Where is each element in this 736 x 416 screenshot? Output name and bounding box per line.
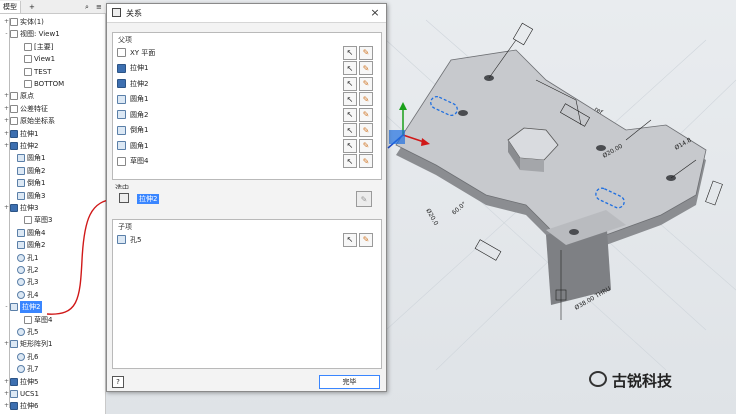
plain-feature-icon: [117, 141, 126, 150]
select-button[interactable]: ↖: [343, 61, 357, 75]
plain-feature-icon: [117, 235, 126, 244]
done-button[interactable]: 完毕: [319, 375, 380, 389]
close-icon[interactable]: ×: [369, 6, 381, 20]
select-button[interactable]: ↖: [343, 138, 357, 153]
dialog-titlebar: 关系 ×: [107, 4, 386, 23]
edit-button[interactable]: ✎: [359, 107, 373, 122]
edit-button[interactable]: ✎: [359, 154, 373, 168]
dialog-title: 关系: [126, 9, 142, 18]
parents-label: 父项: [118, 36, 132, 44]
children-label: 子项: [118, 223, 132, 231]
relationship-label: XY 平面: [130, 48, 156, 57]
select-button[interactable]: ↖: [343, 107, 357, 122]
plain-feature-icon: [117, 110, 126, 119]
relationship-row[interactable]: 拉伸2 ↖ ✎: [117, 76, 373, 91]
blue-feature-icon: [117, 63, 126, 73]
select-button[interactable]: ↖: [343, 92, 357, 106]
sketch-feature-icon: [117, 156, 126, 166]
watermark-text: 古锐科技: [612, 372, 673, 390]
parents-group: 父项 XY 平面 ↖ ✎ 拉伸1 ↖ ✎ 拉伸2 ↖ ✎ 圆角1 ↖ ✎ 圆角2 ↖ ✎ 倒角1 ↖ ✎ 圆角1 ↖ ✎…: [112, 32, 382, 180]
relationship-label: 圆角1: [130, 95, 149, 103]
edit-button[interactable]: ✎: [359, 92, 373, 106]
relationship-row[interactable]: 拉伸1 ↖ ✎: [117, 61, 373, 76]
sketch-feature-icon: [117, 48, 126, 57]
edit-button[interactable]: ✎: [359, 123, 373, 137]
select-button[interactable]: ↖: [343, 154, 357, 168]
help-button[interactable]: ?: [112, 376, 124, 388]
wechat-icon: [589, 371, 607, 387]
relationships-icon: [112, 8, 121, 17]
edit-button[interactable]: ✎: [359, 45, 373, 60]
relationship-row[interactable]: 倒角1 ↖ ✎: [117, 123, 373, 138]
edit-button[interactable]: ✎: [359, 138, 373, 153]
plain-feature-icon: [117, 125, 126, 135]
edit-button[interactable]: ✎: [359, 232, 373, 247]
edit-button[interactable]: ✎: [359, 61, 373, 75]
relationship-label: 拉伸2: [130, 79, 149, 88]
edit-button[interactable]: ✎: [359, 76, 373, 91]
selected-feature[interactable]: 拉伸2: [137, 194, 160, 204]
relationship-label: 圆角1: [130, 141, 149, 150]
relationship-row[interactable]: 圆角1 ↖ ✎: [117, 92, 373, 107]
plain-feature-icon: [117, 94, 126, 104]
relationship-row[interactable]: 圆角1 ↖ ✎: [117, 138, 373, 153]
extrude-icon: [119, 193, 129, 203]
select-button[interactable]: ↖: [343, 232, 357, 247]
relationship-label: 草图4: [130, 157, 149, 165]
select-button[interactable]: ↖: [343, 76, 357, 91]
relationship-label: 拉伸1: [130, 64, 149, 72]
relationship-row[interactable]: 草图4 ↖ ✎: [117, 154, 373, 169]
relationship-row[interactable]: 圆角2 ↖ ✎: [117, 107, 373, 122]
relationships-dialog: 关系 × 父项 XY 平面 ↖ ✎ 拉伸1 ↖ ✎ 拉伸2 ↖ ✎ 圆角1 ↖ ✎ 圆角2 ↖ ✎ 倒角1 ↖ ✎…: [106, 3, 387, 392]
children-group: 子项 孔5 ↖ ✎: [112, 219, 382, 369]
relationship-row[interactable]: 孔5 ↖ ✎: [117, 232, 373, 247]
selected-edit-button[interactable]: ✎: [356, 191, 372, 207]
select-button[interactable]: ↖: [343, 123, 357, 137]
relationship-label: 圆角2: [130, 110, 149, 119]
blue-feature-icon: [117, 79, 126, 88]
relationship-label: 倒角1: [130, 126, 149, 134]
relationship-row[interactable]: XY 平面 ↖ ✎: [117, 45, 373, 60]
select-button[interactable]: ↖: [343, 45, 357, 60]
relationship-label: 孔5: [130, 235, 142, 244]
